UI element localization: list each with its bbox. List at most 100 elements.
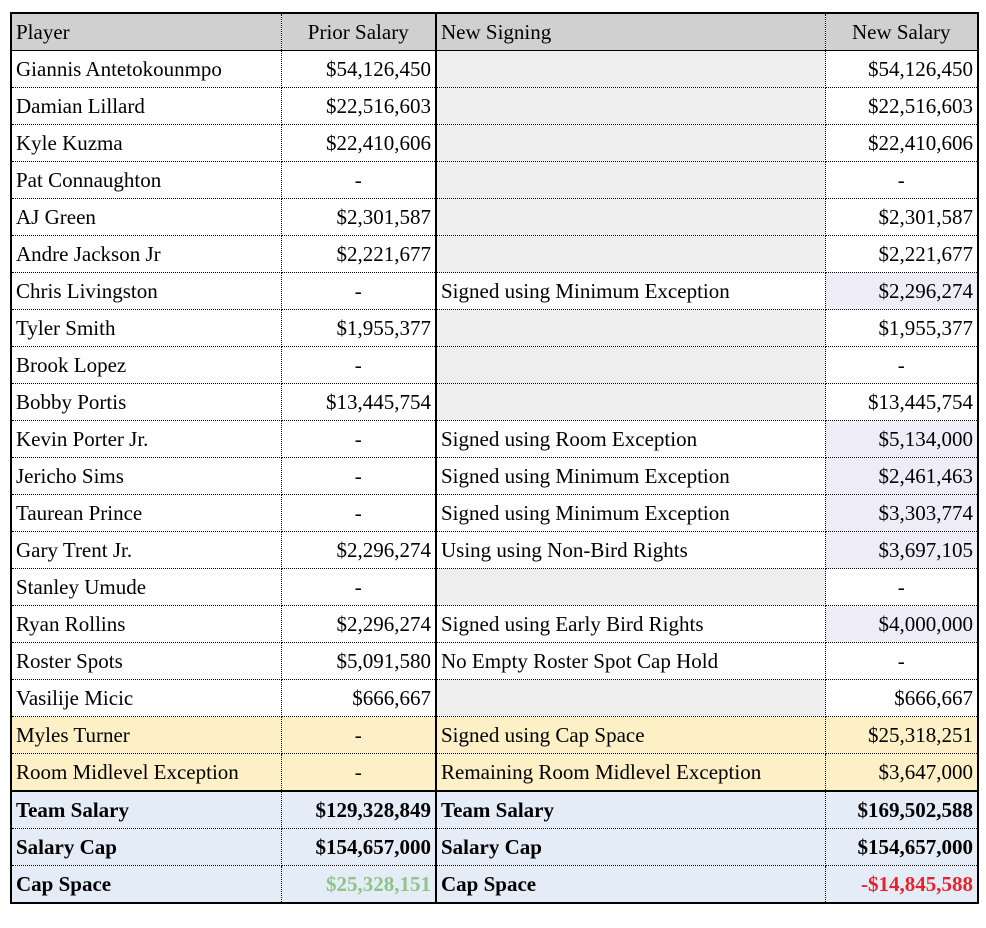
player-cell[interactable]: Myles Turner [11, 716, 282, 754]
summary-new-value[interactable]: $169,502,588 [825, 790, 978, 829]
summary-label-right[interactable]: Cap Space [436, 865, 826, 903]
prior-salary-cell[interactable]: - [281, 346, 437, 384]
new-salary-cell[interactable]: $4,000,000 [825, 605, 978, 643]
new-signing-cell[interactable]: Signed using Room Exception [436, 420, 826, 458]
prior-salary-cell[interactable]: - [281, 716, 437, 754]
new-salary-cell[interactable]: $22,516,603 [825, 87, 978, 125]
summary-new-value[interactable]: -$14,845,588 [825, 865, 978, 903]
player-cell[interactable]: Roster Spots [11, 642, 282, 680]
new-salary-cell[interactable]: - [825, 346, 978, 384]
prior-salary-cell[interactable]: - [281, 568, 437, 606]
header-player[interactable]: Player [11, 13, 282, 51]
new-signing-cell[interactable]: Signed using Minimum Exception [436, 494, 826, 532]
prior-salary-cell[interactable]: - [281, 457, 437, 495]
new-salary-cell[interactable]: $3,697,105 [825, 531, 978, 569]
new-salary-cell[interactable]: $2,461,463 [825, 457, 978, 495]
header-new-signing[interactable]: New Signing [436, 13, 826, 51]
player-cell[interactable]: Pat Connaughton [11, 161, 282, 199]
new-signing-cell[interactable] [436, 346, 826, 384]
new-salary-cell[interactable]: $5,134,000 [825, 420, 978, 458]
table-row: Stanley Umude - - [11, 568, 978, 606]
player-cell[interactable]: Stanley Umude [11, 568, 282, 606]
summary-label[interactable]: Team Salary [11, 790, 282, 829]
table-row: Pat Connaughton - - [11, 161, 978, 199]
new-signing-cell[interactable]: Signed using Minimum Exception [436, 272, 826, 310]
header-prior-salary[interactable]: Prior Salary [281, 13, 437, 51]
player-cell[interactable]: Chris Livingston [11, 272, 282, 310]
new-signing-cell[interactable] [436, 383, 826, 421]
new-salary-cell[interactable]: - [825, 642, 978, 680]
new-signing-cell[interactable]: Remaining Room Midlevel Exception [436, 753, 826, 792]
player-cell[interactable]: Kevin Porter Jr. [11, 420, 282, 458]
new-signing-cell[interactable]: Using using Non-Bird Rights [436, 531, 826, 569]
prior-salary-cell[interactable]: $22,410,606 [281, 124, 437, 162]
new-salary-cell[interactable]: $3,303,774 [825, 494, 978, 532]
new-salary-cell[interactable]: $2,301,587 [825, 198, 978, 236]
summary-prior-value[interactable]: $25,328,151 [281, 865, 437, 903]
prior-salary-cell[interactable]: - [281, 494, 437, 532]
summary-label-right[interactable]: Salary Cap [436, 828, 826, 866]
new-signing-cell[interactable] [436, 50, 826, 88]
new-salary-cell[interactable]: $1,955,377 [825, 309, 978, 347]
new-signing-cell[interactable] [436, 235, 826, 273]
prior-salary-cell[interactable]: $2,296,274 [281, 531, 437, 569]
new-salary-cell[interactable]: - [825, 161, 978, 199]
new-signing-cell[interactable] [436, 198, 826, 236]
summary-new-value[interactable]: $154,657,000 [825, 828, 978, 866]
prior-salary-cell[interactable]: $1,955,377 [281, 309, 437, 347]
new-signing-cell[interactable] [436, 161, 826, 199]
player-cell[interactable]: Jericho Sims [11, 457, 282, 495]
player-cell[interactable]: Room Midlevel Exception [11, 753, 282, 792]
new-signing-cell[interactable]: Signed using Minimum Exception [436, 457, 826, 495]
new-salary-cell[interactable]: $3,647,000 [825, 753, 978, 792]
prior-salary-cell[interactable]: - [281, 161, 437, 199]
table-row: Bobby Portis $13,445,754 $13,445,754 [11, 383, 978, 421]
player-cell[interactable]: Kyle Kuzma [11, 124, 282, 162]
summary-label-right[interactable]: Team Salary [436, 790, 826, 829]
new-signing-cell[interactable] [436, 679, 826, 717]
new-salary-cell[interactable]: $2,221,677 [825, 235, 978, 273]
new-signing-cell[interactable]: No Empty Roster Spot Cap Hold [436, 642, 826, 680]
new-salary-cell[interactable]: $13,445,754 [825, 383, 978, 421]
new-signing-cell[interactable]: Signed using Early Bird Rights [436, 605, 826, 643]
summary-label[interactable]: Salary Cap [11, 828, 282, 866]
summary-prior-value[interactable]: $129,328,849 [281, 790, 437, 829]
new-signing-cell[interactable] [436, 568, 826, 606]
player-cell[interactable]: Bobby Portis [11, 383, 282, 421]
player-cell[interactable]: Gary Trent Jr. [11, 531, 282, 569]
prior-salary-cell[interactable]: $5,091,580 [281, 642, 437, 680]
prior-salary-cell[interactable]: $2,221,677 [281, 235, 437, 273]
prior-salary-cell[interactable]: - [281, 272, 437, 310]
player-cell[interactable]: Ryan Rollins [11, 605, 282, 643]
new-salary-cell[interactable]: $54,126,450 [825, 50, 978, 88]
new-signing-cell[interactable] [436, 309, 826, 347]
prior-salary-cell[interactable]: $22,516,603 [281, 87, 437, 125]
player-cell[interactable]: Vasilije Micic [11, 679, 282, 717]
salary-table-body: Player Prior Salary New Signing New Sala… [11, 13, 978, 903]
new-salary-cell[interactable]: $25,318,251 [825, 716, 978, 754]
player-cell[interactable]: AJ Green [11, 198, 282, 236]
prior-salary-cell[interactable]: - [281, 420, 437, 458]
player-cell[interactable]: Andre Jackson Jr [11, 235, 282, 273]
new-salary-cell[interactable]: $2,296,274 [825, 272, 978, 310]
prior-salary-cell[interactable]: - [281, 753, 437, 792]
prior-salary-cell[interactable]: $666,667 [281, 679, 437, 717]
player-cell[interactable]: Taurean Prince [11, 494, 282, 532]
player-cell[interactable]: Damian Lillard [11, 87, 282, 125]
prior-salary-cell[interactable]: $54,126,450 [281, 50, 437, 88]
prior-salary-cell[interactable]: $2,301,587 [281, 198, 437, 236]
summary-label[interactable]: Cap Space [11, 865, 282, 903]
prior-salary-cell[interactable]: $2,296,274 [281, 605, 437, 643]
new-signing-cell[interactable] [436, 124, 826, 162]
new-signing-cell[interactable] [436, 87, 826, 125]
new-signing-cell[interactable]: Signed using Cap Space [436, 716, 826, 754]
summary-prior-value[interactable]: $154,657,000 [281, 828, 437, 866]
player-cell[interactable]: Giannis Antetokounmpo [11, 50, 282, 88]
new-salary-cell[interactable]: $22,410,606 [825, 124, 978, 162]
player-cell[interactable]: Tyler Smith [11, 309, 282, 347]
player-cell[interactable]: Brook Lopez [11, 346, 282, 384]
new-salary-cell[interactable]: $666,667 [825, 679, 978, 717]
header-new-salary[interactable]: New Salary [825, 13, 978, 51]
prior-salary-cell[interactable]: $13,445,754 [281, 383, 437, 421]
new-salary-cell[interactable]: - [825, 568, 978, 606]
